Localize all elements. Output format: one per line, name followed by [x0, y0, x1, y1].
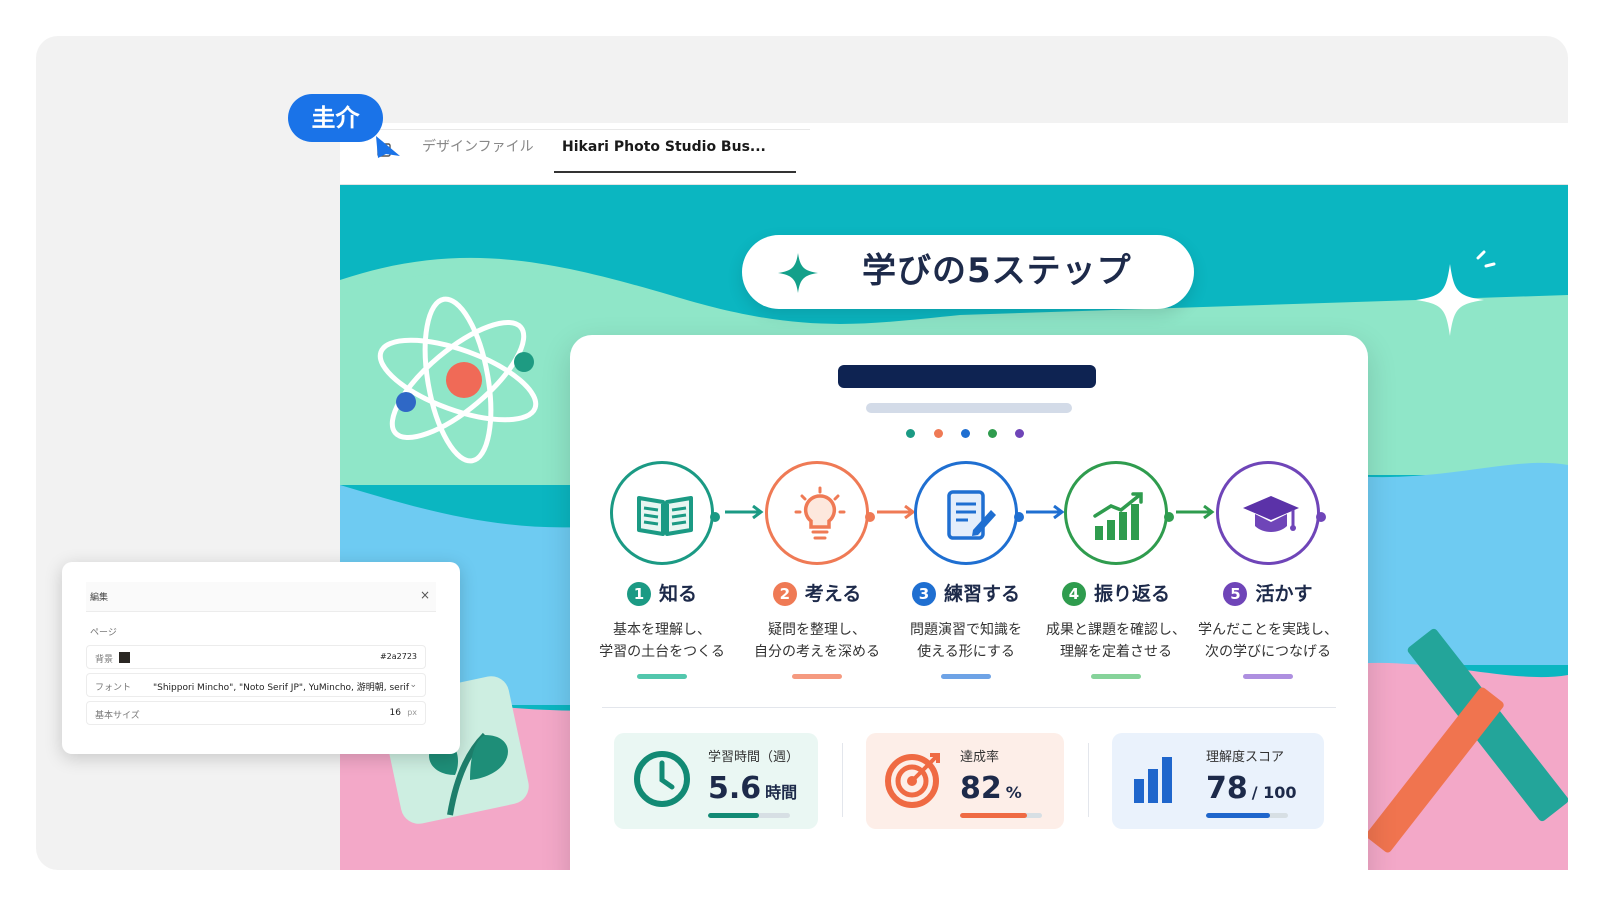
subheading-placeholder	[866, 403, 1072, 413]
color-swatch[interactable]	[119, 652, 130, 663]
step-title: 活かす	[1255, 583, 1313, 605]
book-icon	[637, 496, 693, 536]
collaborator-badge: 圭介	[288, 94, 383, 142]
close-icon[interactable]: ×	[420, 588, 430, 602]
cursor-icon	[376, 136, 400, 158]
notebook-pencil-icon	[947, 490, 996, 540]
step-description: 基本を理解し、 学習の土台をつくる	[599, 622, 725, 660]
bar-chart-icon	[1134, 757, 1172, 803]
tab-hikari-photo-studio[interactable]: Hikari Photo Studio Bus...	[554, 137, 796, 173]
edit-panel[interactable]: 編集 × ページ 背景 #2a2723 フォント "Shippori Minch…	[62, 562, 460, 754]
graduation-cap-icon	[1243, 496, 1299, 532]
step-3[interactable]: 3 練習する 問題演習で知識を 使える形にする	[896, 461, 1036, 691]
stat-label: 達成率	[960, 750, 1000, 765]
target-icon	[885, 753, 940, 808]
lightbulb-icon	[794, 486, 846, 540]
font-select[interactable]: フォント "Shippori Mincho", "Noto Serif JP",…	[86, 673, 426, 697]
step-title: 練習する	[943, 583, 1020, 605]
growth-chart-icon	[1093, 492, 1143, 540]
step-4[interactable]: 4 振り返る 成果と課題を確認し、 理解を定着させる	[1046, 461, 1186, 691]
step-number: 5	[1223, 582, 1248, 606]
step-description: 疑問を整理し、 自分の考えを深める	[754, 622, 880, 660]
heading-placeholder	[838, 365, 1096, 388]
section-label: ページ	[90, 628, 117, 638]
stat-value: 82%	[960, 771, 1022, 806]
step-number: 4	[1061, 582, 1086, 606]
step-description: 問題演習で知識を 使える形にする	[910, 622, 1022, 660]
background-color-field[interactable]: 背景 #2a2723	[86, 645, 426, 669]
tab-bar: デザインファイル Hikari Photo Studio Bus...	[340, 123, 1568, 185]
step-number: 1	[626, 582, 651, 606]
stat-achievement-rate[interactable]: 達成率 82%	[866, 733, 1064, 829]
stat-understanding-score[interactable]: 理解度スコア 78/ 100	[1112, 733, 1324, 829]
panel-title: 編集	[90, 593, 109, 603]
step-number: 2	[772, 582, 797, 606]
progress-bar	[708, 813, 790, 818]
stat-study-time[interactable]: 学習時間（週） 5.6 時間	[614, 733, 818, 829]
tab-design-file[interactable]: デザインファイル	[422, 137, 534, 171]
step-1[interactable]: 1 知る 基本を理解し、 学習の土台をつくる	[592, 461, 732, 691]
base-size-field[interactable]: 基本サイズ 16 px	[86, 701, 426, 725]
step-dots	[906, 429, 1036, 439]
chevron-down-icon[interactable]: ⌄	[409, 680, 417, 690]
step-5[interactable]: 5 活かす 学んだことを実践し、 次の学びにつなげる	[1198, 461, 1338, 691]
step-2[interactable]: 2 考える 疑問を整理し、 自分の考えを深める	[747, 461, 887, 691]
stat-label: 学習時間（週）	[708, 750, 800, 765]
editor-window: デザインファイル Hikari Photo Studio Bus... 学びの5…	[340, 123, 1568, 870]
step-title: 知る	[658, 583, 697, 605]
step-description: 成果と課題を確認し、 理解を定着させる	[1046, 622, 1186, 660]
stat-label: 理解度スコア	[1206, 750, 1285, 765]
slide-title: 学びの5ステップ	[862, 251, 1132, 291]
star-icon	[778, 253, 818, 293]
step-title: 考える	[804, 583, 862, 605]
slide-canvas[interactable]: 学びの5ステップ 1 知る 基本を理解し、 学習の土台をつくる 2 考える 疑問…	[340, 185, 1568, 870]
slide-title-pill[interactable]: 学びの5ステップ	[742, 235, 1194, 309]
stat-value: 78/ 100	[1206, 771, 1297, 806]
step-number: 3	[911, 582, 936, 606]
step-description: 学んだことを実践し、 次の学びにつなげる	[1198, 622, 1338, 660]
step-title: 振り返る	[1093, 583, 1170, 605]
progress-bar	[960, 813, 1042, 818]
steps-card[interactable]: 1 知る 基本を理解し、 学習の土台をつくる 2 考える 疑問を整理し、 自分の考えを深…	[570, 335, 1368, 870]
stat-value: 5.6 時間	[708, 771, 798, 806]
progress-bar	[1206, 813, 1288, 818]
clock-icon	[634, 751, 690, 807]
